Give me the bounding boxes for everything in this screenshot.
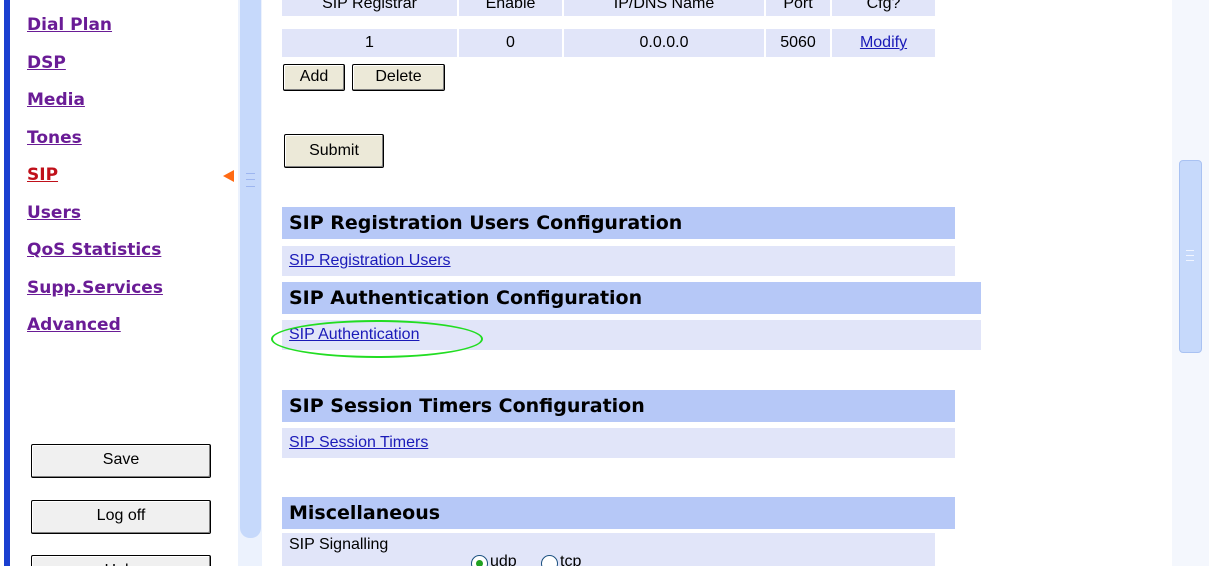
table-header: Port (766, 0, 830, 16)
nav-item-qos-statistics[interactable]: QoS Statistics (27, 237, 163, 275)
section-row-registration-users: SIP Registration Users (282, 246, 955, 276)
table-cell-cfg: Modify (832, 29, 935, 57)
nav-menu: Dial Plan DSP Media Tones SIP Users QoS … (27, 12, 163, 350)
nav-item-advanced[interactable]: Advanced (27, 312, 163, 350)
frame-edge (4, 0, 10, 566)
submit-button[interactable]: Submit (284, 134, 384, 168)
table-header: Cfg? (832, 0, 935, 16)
active-arrow-icon (223, 170, 234, 182)
radio-udp-label: udp (490, 553, 517, 566)
splitter-track[interactable] (240, 0, 261, 538)
section-row-session-timers: SIP Session Timers (282, 428, 955, 458)
nav-item-sip[interactable]: SIP (27, 162, 163, 200)
delete-button[interactable]: Delete (352, 64, 445, 91)
section-header-authentication: SIP Authentication Configuration (282, 282, 981, 314)
table-header: SIP Registrar (282, 0, 457, 16)
section-header-registration-users: SIP Registration Users Configuration (282, 207, 955, 239)
table-header: Enable (459, 0, 562, 16)
sip-session-timers-link[interactable]: SIP Session Timers (289, 434, 428, 451)
table-cell-ip: 0.0.0.0 (564, 29, 764, 57)
save-button[interactable]: Save (31, 444, 211, 478)
signalling-options: udp tcp (460, 533, 935, 566)
help-button[interactable]: Help (31, 555, 211, 566)
signalling-label: SIP Signalling (282, 533, 460, 566)
navigation-frame: Dial Plan DSP Media Tones SIP Users QoS … (0, 0, 238, 566)
radio-udp[interactable] (471, 555, 488, 566)
radio-tcp-label: tcp (560, 553, 582, 566)
table-cell-registrar: 1 (282, 29, 457, 57)
table-cell-enable: 0 (459, 29, 562, 57)
main-content: SIP Registrar Enable IP/DNS Name Port Cf… (262, 0, 1172, 566)
add-button[interactable]: Add (283, 64, 345, 91)
nav-item-users[interactable]: Users (27, 200, 163, 238)
splitter-grip-icon[interactable] (246, 173, 255, 187)
table-header: IP/DNS Name (564, 0, 764, 16)
nav-item-supp-services[interactable]: Supp.Services (27, 275, 163, 313)
table-cell-port: 5060 (766, 29, 830, 57)
section-header-session-timers: SIP Session Timers Configuration (282, 390, 955, 422)
nav-item-media[interactable]: Media (27, 87, 163, 125)
nav-item-dial-plan[interactable]: Dial Plan (27, 12, 163, 50)
highlight-ellipse (271, 320, 483, 358)
nav-item-tones[interactable]: Tones (27, 125, 163, 163)
scrollbar-grip-icon (1186, 250, 1194, 261)
radio-tcp[interactable] (541, 555, 558, 566)
section-header-miscellaneous: Miscellaneous (282, 497, 955, 529)
sip-registration-users-link[interactable]: SIP Registration Users (289, 252, 451, 269)
nav-item-dsp[interactable]: DSP (27, 50, 163, 88)
logoff-button[interactable]: Log off (31, 500, 211, 534)
modify-link[interactable]: Modify (860, 34, 907, 51)
